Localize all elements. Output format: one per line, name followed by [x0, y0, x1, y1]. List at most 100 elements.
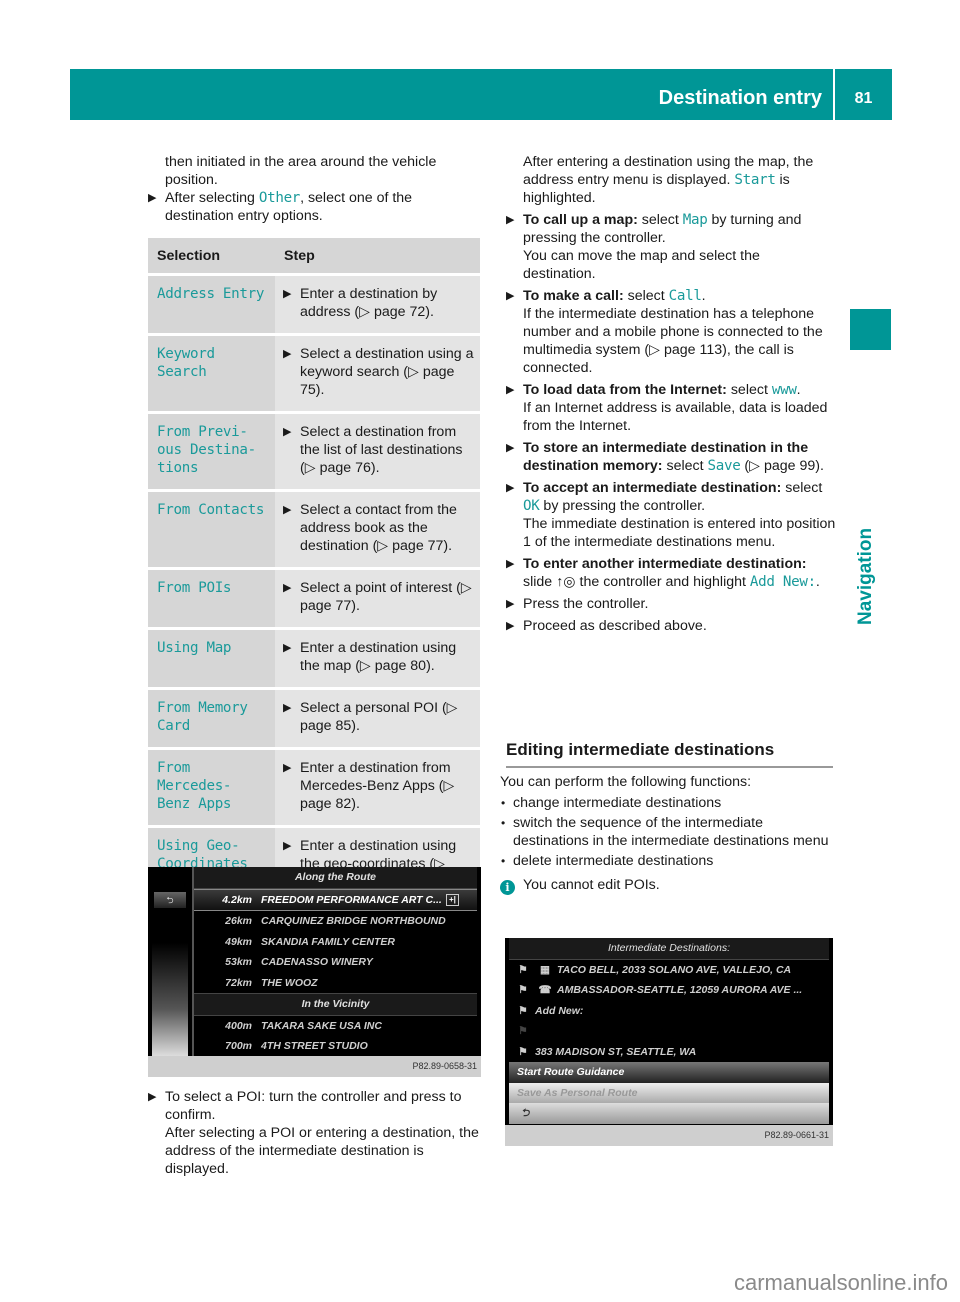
menu-code: www: [771, 382, 797, 398]
step-select-poi: ▶ To select a POI: turn the controller a…: [148, 1089, 479, 1177]
image-caption: P82.89-0658-31: [148, 1056, 481, 1077]
step-item: ▶ Select a destination from the list of l…: [283, 423, 474, 477]
chapter-marker: [850, 309, 891, 350]
table-row: From Previ‑ ous Destina‑ tions ▶ Select a …: [148, 411, 480, 491]
step-text: Select a destination using a keyword sea…: [300, 346, 474, 398]
step-item: ▶ Select a contact from the address book …: [283, 501, 474, 555]
bullet-text: change intermediate destinations: [513, 795, 722, 811]
menu-code: Save: [707, 458, 741, 474]
poi-row: 72km THE WOOZ: [194, 973, 477, 994]
image-caption: P82.89-0661-31: [505, 1125, 833, 1146]
header-selection: Selection: [148, 238, 275, 275]
step-cell: ▶ Enter a destination using the map (▷ pa…: [275, 627, 480, 689]
step-text: .: [701, 288, 706, 304]
poi-name: TAKARA SAKE USA INC: [261, 1019, 382, 1032]
type-icon: ▦: [540, 963, 550, 976]
menu-code: Map: [682, 212, 708, 228]
editing-section: You can perform the following functions:…: [500, 773, 830, 895]
instruction-step: ▶ To make a call: select Call. If the inte…: [506, 287, 836, 377]
selection-cell: From Previ‑ ous Destina‑ tions: [148, 411, 275, 491]
step-text: slide ↑◎ the controller and highlight: [523, 574, 750, 590]
section-title: Destination entry: [658, 87, 822, 109]
menu-start-route-guidance: Start Route Guidance: [509, 1062, 829, 1083]
poi-distance: 53km: [225, 956, 252, 968]
flag-icon: ⚑: [518, 1045, 528, 1058]
step-arrow-icon: ▶: [283, 582, 292, 594]
step-arrow-icon: ▶: [283, 348, 292, 360]
step-text: .: [815, 574, 820, 590]
selection-cell: From Memory Card: [148, 687, 275, 749]
table-row: Address Entry ▶ Enter a destination by add…: [148, 273, 480, 335]
step-text: Select a point of interest (▷ page 77).: [300, 580, 472, 614]
step-item: ▶ Select a point of interest (▷ page 77).: [283, 579, 474, 615]
page-header: Destination entry 81: [70, 69, 892, 120]
step-detail: You can move the map and select the dest…: [523, 248, 760, 282]
bullet-item: • change intermediate destinations: [500, 794, 830, 812]
map-intro: After entering a destination using the m…: [523, 154, 814, 206]
section-heading: Editing intermediate destinations: [506, 740, 833, 768]
table-row: From Mercedes- Benz Apps ▶ Enter a destina…: [148, 747, 480, 827]
poi-distance: 4.2km: [222, 893, 252, 906]
poi-distance: 400m: [225, 1019, 252, 1032]
step-text: select: [662, 458, 708, 474]
selection-table: Selection Step Address Entry ▶ Enter a des…: [148, 238, 480, 903]
poi-name: CADENASSO WINERY: [261, 956, 373, 968]
destinations-list: Intermediate Destinations: ⚑ ▦ TACO BELL, …: [509, 938, 829, 1124]
step-arrow-icon: ▶: [283, 426, 292, 438]
step-text: by pressing the controller.: [539, 498, 706, 514]
step-title: To call up a map:: [523, 212, 638, 228]
step-arrow-icon: ▶: [283, 840, 292, 852]
intermediate-destinations-screen: Intermediate Destinations: ⚑ ▦ TACO BELL, …: [505, 938, 833, 1146]
step-arrow-icon: ▶: [148, 1091, 157, 1103]
instruction-step: ▶ To accept an intermediate destination: …: [506, 479, 836, 551]
table-row: From POIs ▶ Select a point of interest (▷ …: [148, 567, 480, 629]
selection-cell: From Mercedes- Benz Apps: [148, 747, 275, 827]
step-text: Enter a destination from Mercedes-Benz A…: [300, 760, 455, 812]
instruction-step: ▶ To load data from the Internet: select …: [506, 381, 836, 435]
flag-icon: ⚑: [518, 1025, 528, 1037]
step-arrow-icon: ▶: [506, 620, 515, 632]
step-arrow-icon: ▶: [506, 442, 515, 454]
poi-name: SKANDIA FAMILY CENTER: [261, 935, 395, 948]
selection-cell: Keyword Search: [148, 333, 275, 413]
step-text: select: [726, 382, 772, 398]
back-icon: ⮌: [509, 1103, 829, 1124]
step-arrow-icon: ▶: [506, 598, 515, 610]
table-row: Keyword Search ▶ Select a destination usin…: [148, 333, 480, 413]
heading-vicinity: In the Vicinity: [194, 993, 477, 1016]
destination-row: ⚑ ▦ TACO BELL, 2033 SOLANO AVE, VALLEJO, C…: [509, 960, 829, 981]
step-item: ▶ Enter a destination using the map (▷ pa…: [283, 639, 474, 675]
poi-list: Along the Route 4.2km FREEDOM PERFORMANCE…: [192, 867, 477, 1056]
chapter-label: Navigation: [855, 527, 876, 625]
bullet-icon: •: [501, 796, 506, 810]
step-arrow-icon: ▶: [148, 192, 157, 204]
type-icon: ☎: [538, 984, 552, 996]
step-cell: ▶ Select a destination using a keyword se…: [275, 333, 480, 413]
instruction-step: ▶ To call up a map: select Map by turning…: [506, 211, 836, 283]
poi-row: 700m 4TH STREET STUDIO: [194, 1036, 477, 1057]
bullet-icon: •: [501, 816, 506, 830]
heading-along-route: Along the Route: [194, 867, 477, 889]
destination-text: AMBASSADOR-SEATTLE, 12059 AURORA AVE ...: [557, 984, 803, 996]
page-number: 81: [854, 90, 873, 107]
step-arrow-icon: ▶: [283, 504, 292, 516]
step-text: Select a personal POI (▷ page 85).: [300, 700, 458, 734]
step-arrow-icon: ▶: [283, 702, 292, 714]
poi-distance: 700m: [225, 1040, 252, 1052]
menu-code: Add New:: [749, 574, 816, 590]
destination-text: 383 MADISON ST, SEATTLE, WA: [535, 1045, 697, 1058]
menu-save-personal-route: Save As Personal Route: [509, 1082, 829, 1103]
step-item: ▶ Select a personal POI (▷ page 85).: [283, 699, 474, 735]
watermark: carmanualsonline.info: [733, 1270, 948, 1295]
instruction-step: ▶ To enter another intermediate destinati…: [506, 555, 836, 591]
note: i You cannot edit POIs.: [500, 876, 830, 895]
menu-code: Call: [668, 288, 702, 304]
bullet-item: • delete intermediate destinations: [500, 852, 830, 870]
destination-row: ⚑ Add New:: [509, 1001, 829, 1022]
table-row: From Memory Card ▶ Select a personal POI (…: [148, 687, 480, 749]
step-arrow-icon: ▶: [506, 482, 515, 494]
info-icon: i: [500, 880, 515, 895]
selection-cell: From Contacts: [148, 489, 275, 569]
step-text: select: [637, 212, 683, 228]
right-steps: After entering a destination using the m…: [506, 153, 836, 639]
